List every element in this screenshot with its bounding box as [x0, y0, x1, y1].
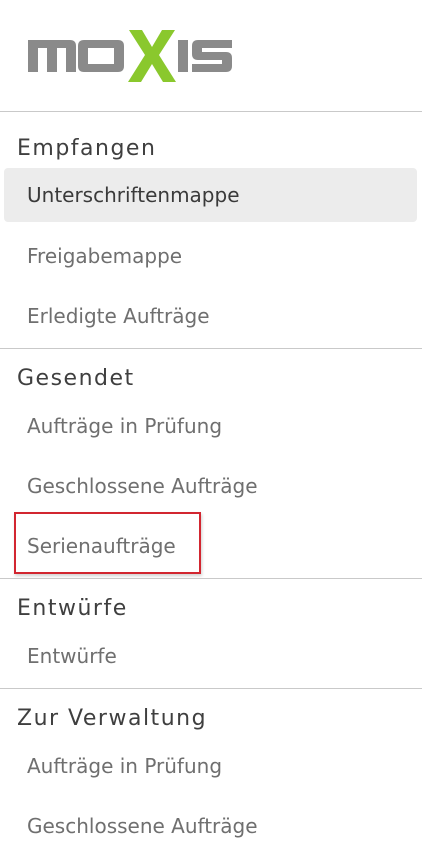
nav-item-label: Unterschriftenmappe [27, 183, 240, 207]
navigation-sidebar: Empfangen Unterschriftenmappe Freigabema… [0, 0, 430, 858]
nav-item-label: Entwürfe [27, 644, 117, 668]
nav-item-label: Aufträge in Prüfung [27, 414, 223, 438]
nav-item-label: Erledigte Aufträge [27, 304, 210, 328]
section-title-zur-verwaltung: Zur Verwaltung [17, 706, 208, 731]
section-title-entwuerfe: Entwürfe [17, 596, 128, 621]
nav-item-unterschriftenmappe[interactable]: Unterschriftenmappe [4, 168, 417, 222]
section-title-gesendet: Gesendet [17, 366, 135, 391]
divider [0, 348, 422, 349]
highlight-box [14, 512, 201, 574]
section-title-empfangen: Empfangen [17, 136, 157, 161]
divider [0, 111, 422, 112]
divider [0, 578, 422, 579]
nav-item-verwaltung-auftraege-in-pruefung[interactable]: Aufträge in Prüfung [4, 739, 417, 793]
nav-item-label: Geschlossene Aufträge [27, 474, 258, 498]
nav-item-auftraege-in-pruefung[interactable]: Aufträge in Prüfung [4, 399, 417, 453]
nav-item-label: Freigabemappe [27, 244, 183, 268]
nav-item-label: Geschlossene Aufträge [27, 814, 258, 838]
divider [0, 688, 422, 689]
nav-item-freigabemappe[interactable]: Freigabemappe [4, 229, 417, 283]
nav-item-entwuerfe[interactable]: Entwürfe [4, 629, 417, 683]
nav-item-verwaltung-geschlossene-auftraege[interactable]: Geschlossene Aufträge [4, 799, 417, 853]
nav-item-label: Aufträge in Prüfung [27, 754, 223, 778]
moxis-logo [26, 24, 236, 86]
nav-item-erledigte-auftraege[interactable]: Erledigte Aufträge [4, 289, 417, 343]
nav-item-geschlossene-auftraege[interactable]: Geschlossene Aufträge [4, 459, 417, 513]
moxis-logo-image [28, 30, 232, 82]
